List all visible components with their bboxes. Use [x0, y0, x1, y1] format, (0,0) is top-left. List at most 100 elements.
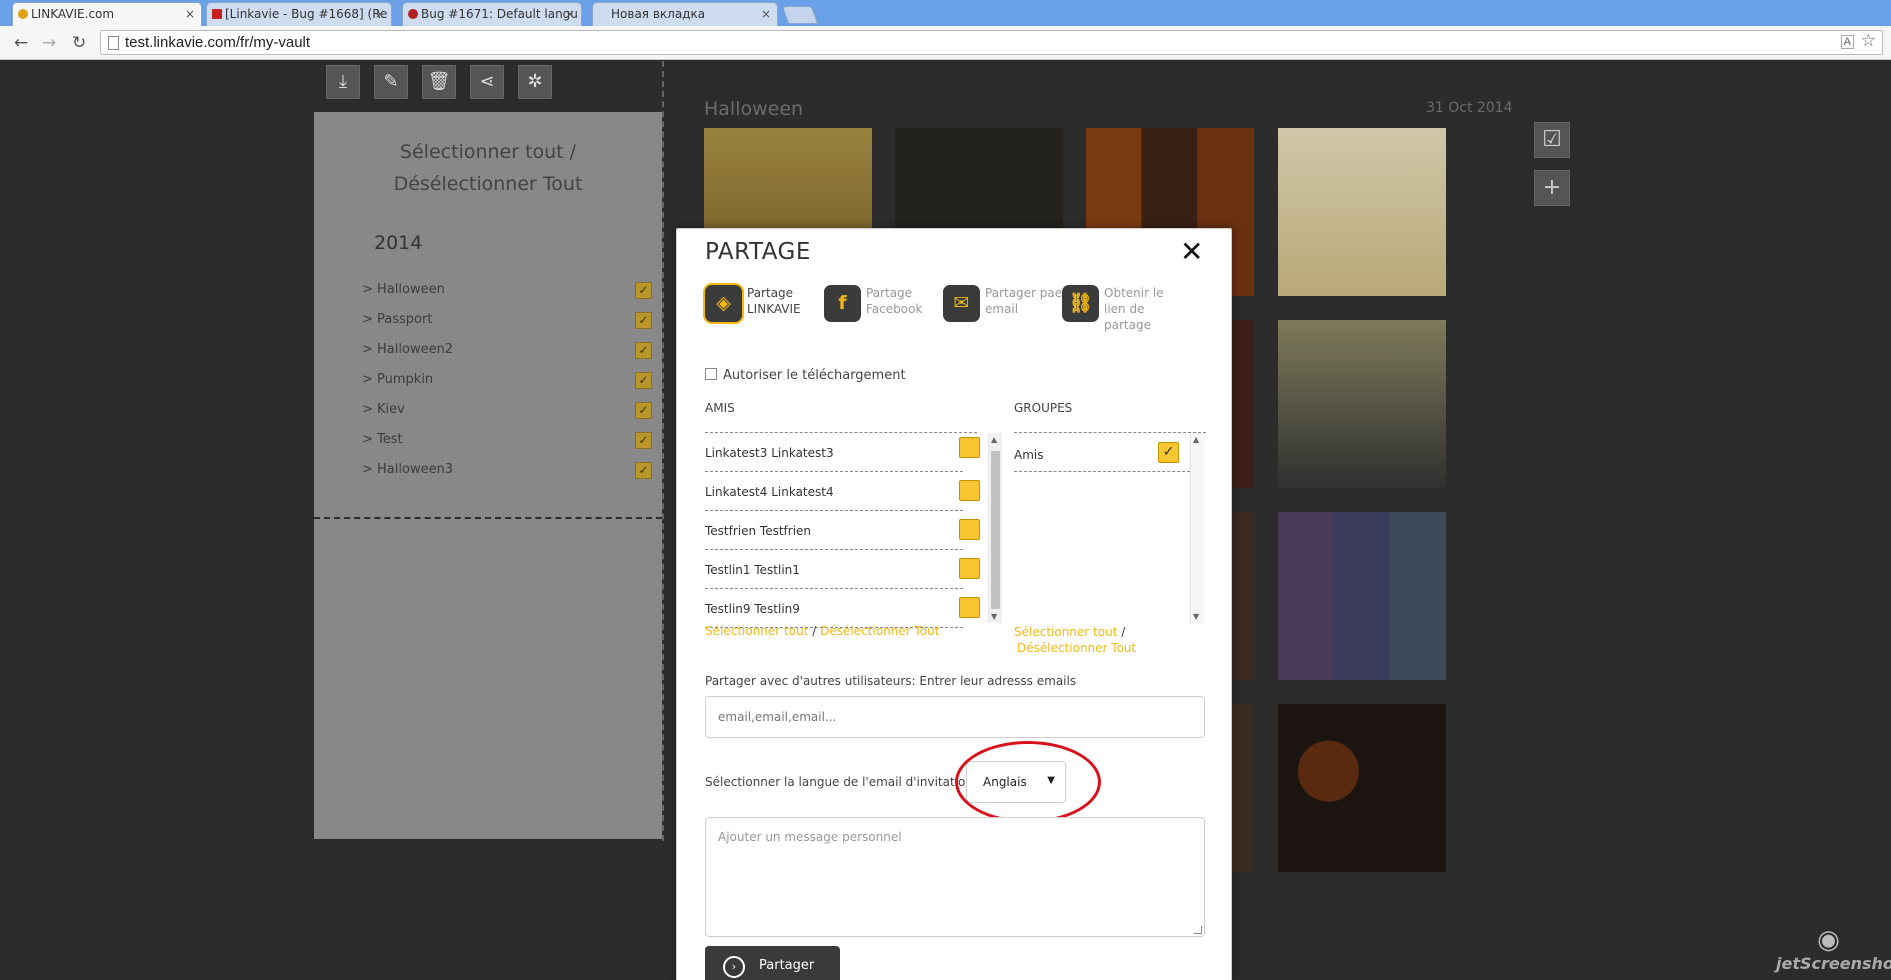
- facebook-icon: f: [824, 285, 861, 322]
- settings-icon[interactable]: ✲: [518, 65, 552, 99]
- album-checkbox[interactable]: ✓: [635, 372, 652, 389]
- friend-checkbox[interactable]: [959, 597, 980, 618]
- album-checkbox[interactable]: ✓: [635, 282, 652, 299]
- album-item[interactable]: > Kiev ✓: [362, 402, 652, 422]
- select-photos-icon[interactable]: ☑: [1534, 122, 1570, 158]
- album-checkbox[interactable]: ✓: [635, 342, 652, 359]
- bookmark-star-icon[interactable]: ☆: [1861, 31, 1876, 51]
- allow-download-checkbox[interactable]: [705, 368, 717, 380]
- album-label: > Halloween3: [362, 462, 454, 477]
- share-icon[interactable]: ⋖: [470, 65, 504, 99]
- scroll-up-arrow-icon[interactable]: ▲: [991, 435, 997, 444]
- tab-close-icon[interactable]: ×: [185, 7, 195, 21]
- album-item[interactable]: > Halloween2 ✓: [362, 342, 652, 362]
- year-heading: 2014: [374, 232, 423, 254]
- message-placeholder: Ajouter un message personnel: [718, 830, 902, 844]
- select-all-albums-link[interactable]: Sélectionner tout / Désélectionner Tout: [314, 136, 662, 200]
- tab-new[interactable]: Новая вкладка ×: [592, 2, 778, 26]
- edit-icon[interactable]: ✎: [374, 65, 408, 99]
- email-input[interactable]: [705, 696, 1205, 738]
- friend-checkbox[interactable]: [959, 519, 980, 540]
- friends-scrollbar[interactable]: ▲ ▼: [988, 433, 1002, 623]
- deselect-all-text[interactable]: Désélectionner Tout: [1017, 641, 1136, 655]
- tab-title: LINKAVIE.com: [31, 7, 115, 21]
- friend-name: Testfrien Testfrien: [705, 524, 812, 538]
- jetscreenshot-logo-icon: ◉: [1817, 925, 1840, 955]
- address-bar[interactable]: test.linkavie.com/fr/my-vault A ☆: [100, 30, 1883, 55]
- tab-close-icon[interactable]: ×: [565, 7, 575, 21]
- album-item[interactable]: > Halloween3 ✓: [362, 462, 652, 482]
- group-checkbox-checked[interactable]: ✓: [1158, 442, 1179, 463]
- share-submit-button[interactable]: › Partager: [705, 946, 840, 980]
- scroll-down-arrow-icon[interactable]: ▼: [991, 612, 997, 621]
- friends-list: Linkatest3 Linkatest3 Linkatest4 Linkate…: [705, 432, 1002, 628]
- friends-select-all-link[interactable]: Sélectionner tout / Désélectionner Tout: [705, 624, 939, 638]
- share-option-email[interactable]: ✉ Partager pae email: [943, 285, 1062, 345]
- download-icon[interactable]: ⤓: [326, 65, 360, 99]
- forward-arrow-icon[interactable]: →: [42, 33, 56, 53]
- back-arrow-icon[interactable]: ←: [14, 33, 28, 53]
- album-checkbox[interactable]: ✓: [635, 432, 652, 449]
- tab-close-icon[interactable]: ×: [761, 7, 771, 21]
- tab-close-icon[interactable]: ×: [375, 7, 385, 21]
- watermark-text: jetScreenshot: [1776, 954, 1891, 973]
- photo-thumbnail[interactable]: [1278, 128, 1446, 296]
- sidebar-bottom-divider: [314, 517, 662, 519]
- tab-title: Новая вкладка: [611, 7, 706, 21]
- email-envelope-icon: ✉: [943, 285, 980, 322]
- photo-thumbnail[interactable]: [1278, 320, 1446, 488]
- friend-name: Linkatest3 Linkatest3: [705, 446, 834, 460]
- friend-row[interactable]: Linkatest3 Linkatest3: [705, 433, 980, 472]
- select-all-text[interactable]: Sélectionner tout: [705, 624, 808, 638]
- red-annotation-ellipse: [955, 741, 1101, 823]
- jetscreenshot-watermark: ◉ jetScreenshot: [1776, 925, 1891, 976]
- friend-row[interactable]: Testlin9 Testlin9: [705, 589, 980, 628]
- tab-linkavie[interactable]: LINKAVIE.com ×: [12, 2, 202, 26]
- personal-message-textarea[interactable]: Ajouter un message personnel: [705, 817, 1205, 937]
- new-tab-button[interactable]: [781, 6, 819, 24]
- reload-icon[interactable]: ↻: [72, 33, 86, 53]
- friend-checkbox[interactable]: [959, 437, 980, 458]
- album-item[interactable]: > Halloween ✓: [362, 282, 652, 302]
- album-checkbox[interactable]: ✓: [635, 312, 652, 329]
- album-item[interactable]: > Pumpkin ✓: [362, 372, 652, 392]
- photo-thumbnail[interactable]: [1278, 512, 1446, 680]
- album-item[interactable]: > Test ✓: [362, 432, 652, 452]
- friend-row[interactable]: Testfrien Testfrien: [705, 511, 980, 550]
- group-name: Amis: [1014, 448, 1044, 462]
- share-option-facebook[interactable]: f Partage Facebook: [824, 285, 942, 345]
- group-row[interactable]: Amis ✓: [1014, 433, 1190, 472]
- album-checkbox[interactable]: ✓: [635, 462, 652, 479]
- language-label: Sélectionner la langue de l'email d'invi…: [705, 775, 973, 789]
- share-option-link[interactable]: ⛓ Obtenir le lien de partage: [1062, 285, 1180, 345]
- add-photo-icon[interactable]: +: [1534, 170, 1570, 206]
- deselect-all-text[interactable]: Désélectionner Tout: [820, 624, 939, 638]
- friend-checkbox[interactable]: [959, 558, 980, 579]
- translate-icon[interactable]: A: [1840, 35, 1854, 49]
- scroll-up-arrow-icon[interactable]: ▲: [1193, 435, 1199, 444]
- album-title: Halloween: [704, 98, 804, 120]
- album-label: > Passport: [362, 312, 433, 327]
- album-checkbox[interactable]: ✓: [635, 402, 652, 419]
- photo-thumbnail[interactable]: [1278, 704, 1446, 872]
- linkavie-favicon-icon: [18, 9, 28, 19]
- friend-row[interactable]: Testlin1 Testlin1: [705, 550, 980, 589]
- friend-checkbox[interactable]: [959, 480, 980, 501]
- groups-select-all-link[interactable]: Sélectionner tout / Désélectionner Tout: [1014, 624, 1194, 656]
- scroll-thumb[interactable]: [991, 451, 1000, 609]
- share-option-linkavie[interactable]: ◈ Partage LINKAVIE: [705, 285, 823, 345]
- browser-tab-strip: LINKAVIE.com × [Linkavie - Bug #1668] (R…: [0, 0, 1891, 26]
- allow-download-label: Autoriser le téléchargement: [723, 368, 906, 383]
- groups-scrollbar[interactable]: ▲ ▼: [1190, 433, 1204, 623]
- tab-gmail-bug[interactable]: [Linkavie - Bug #1668] (Re ×: [206, 2, 392, 26]
- tab-redmine-bug[interactable]: Bug #1671: Default langu ×: [402, 2, 582, 26]
- close-icon[interactable]: ✕: [1180, 235, 1203, 268]
- friend-name: Linkatest4 Linkatest4: [705, 485, 834, 499]
- resize-grip-icon[interactable]: [1194, 926, 1202, 934]
- groups-header: GROUPES: [1014, 401, 1073, 415]
- friend-row[interactable]: Linkatest4 Linkatest4: [705, 472, 980, 511]
- scroll-down-arrow-icon[interactable]: ▼: [1193, 612, 1199, 621]
- select-all-text[interactable]: Sélectionner tout: [1014, 625, 1117, 639]
- album-item[interactable]: > Passport ✓: [362, 312, 652, 332]
- trash-icon[interactable]: 🗑: [422, 65, 456, 99]
